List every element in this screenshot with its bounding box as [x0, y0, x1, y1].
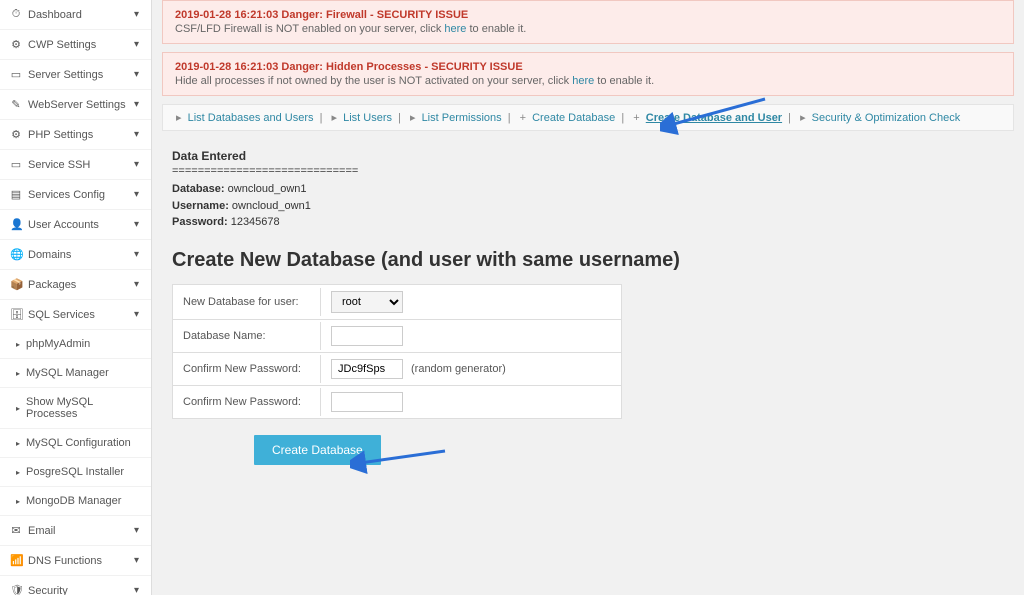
label-password1: Confirm New Password:	[173, 355, 321, 383]
sidebar-item-user-accounts[interactable]: 👤 User Accounts ▾	[0, 210, 151, 240]
sidebar-item-services-config[interactable]: ▤ Services Config ▾	[0, 180, 151, 210]
sidebar-item-label: Domains	[28, 249, 71, 261]
section-title: Data Entered	[172, 149, 1004, 163]
info-database: Database: owncloud_own1	[172, 181, 1004, 198]
sidebar-item-label: User Accounts	[28, 219, 99, 231]
breadcrumb-list-users[interactable]: List Users	[343, 112, 392, 124]
menu-icon: 📦	[10, 278, 22, 291]
menu-icon: ✎	[10, 98, 22, 111]
menu-icon: ▤	[10, 188, 22, 201]
input-password1[interactable]	[331, 359, 403, 379]
sidebar-item-domains[interactable]: 🌐 Domains ▾	[0, 240, 151, 270]
breadcrumb: ▸ List Databases and Users | ▸ List User…	[162, 104, 1014, 131]
submenu-item-phpmyadmin[interactable]: phpMyAdmin	[0, 330, 151, 359]
submenu-item-mongodb-manager[interactable]: MongoDB Manager	[0, 487, 151, 516]
sidebar-item-label: Packages	[28, 279, 76, 291]
chevron-down-icon: ▾	[134, 585, 139, 595]
sidebar-item-security[interactable]: 🛡 Security ▾	[0, 576, 151, 595]
info-password: Password: 12345678	[172, 214, 1004, 231]
sidebar-item-label: DNS Functions	[28, 555, 102, 567]
chevron-down-icon: ▾	[134, 69, 139, 80]
menu-icon: ⚙	[10, 38, 22, 51]
sidebar-item-server-settings[interactable]: ▭ Server Settings ▾	[0, 60, 151, 90]
chevron-down-icon: ▾	[134, 129, 139, 140]
breadcrumb-list-permissions[interactable]: List Permissions	[422, 112, 502, 124]
sidebar-item-php-settings[interactable]: ⚙ PHP Settings ▾	[0, 120, 151, 150]
chevron-down-icon: ▾	[134, 189, 139, 200]
chevron-down-icon: ▾	[134, 9, 139, 20]
chevron-down-icon: ▾	[134, 39, 139, 50]
sidebar-item-cwp-settings[interactable]: ⚙ CWP Settings ▾	[0, 30, 151, 60]
menu-icon: ⏱	[10, 8, 22, 21]
page-heading: Create New Database (and user with same …	[172, 249, 1004, 272]
sidebar-item-dns-functions[interactable]: 📶 DNS Functions ▾	[0, 546, 151, 576]
sidebar-item-dashboard[interactable]: ⏱ Dashboard ▾	[0, 0, 151, 30]
sidebar-item-webserver-settings[interactable]: ✎ WebServer Settings ▾	[0, 90, 151, 120]
chevron-down-icon: ▾	[134, 159, 139, 170]
breadcrumb-list-databases-and-users[interactable]: List Databases and Users	[188, 112, 314, 124]
sidebar-item-label: SQL Services	[28, 309, 95, 321]
chevron-down-icon: ▾	[134, 279, 139, 290]
alert-hidden-processes: 2019-01-28 16:21:03 Danger: Hidden Proce…	[162, 52, 1014, 96]
alert-firewall: 2019-01-28 16:21:03 Danger: Firewall - S…	[162, 0, 1014, 44]
alert-text: CSF/LFD Firewall is NOT enabled on your …	[175, 23, 1001, 35]
menu-icon: ▭	[10, 158, 22, 171]
alert-title: 2019-01-28 16:21:03 Danger: Firewall - S…	[175, 9, 1001, 21]
breadcrumb-create-database-and-user[interactable]: Create Database and User	[646, 112, 782, 124]
sidebar-item-label: Server Settings	[28, 69, 103, 81]
label-password2: Confirm New Password:	[173, 388, 321, 416]
submenu-item-mysql-configuration[interactable]: MySQL Configuration	[0, 429, 151, 458]
sidebar-item-label: CWP Settings	[28, 39, 96, 51]
alert-link[interactable]: here	[444, 23, 466, 35]
submenu-item-mysql-manager[interactable]: MySQL Manager	[0, 359, 151, 388]
create-db-form: New Database for user: root Database Nam…	[172, 284, 622, 419]
alert-title: 2019-01-28 16:21:03 Danger: Hidden Proce…	[175, 61, 1001, 73]
label-dbname: Database Name:	[173, 322, 321, 350]
sidebar-item-label: PHP Settings	[28, 129, 93, 141]
sidebar-item-service-ssh[interactable]: ▭ Service SSH ▾	[0, 150, 151, 180]
sidebar-item-label: WebServer Settings	[28, 99, 126, 111]
sidebar-item-packages[interactable]: 📦 Packages ▾	[0, 270, 151, 300]
select-user[interactable]: root	[331, 291, 403, 313]
menu-icon: 🌐	[10, 248, 22, 261]
input-password2[interactable]	[331, 392, 403, 412]
sidebar-item-label: Dashboard	[28, 9, 82, 21]
input-dbname[interactable]	[331, 326, 403, 346]
sidebar-item-label: Service SSH	[28, 159, 90, 171]
label-user: New Database for user:	[173, 288, 321, 316]
menu-icon: ▭	[10, 68, 22, 81]
sidebar: ⏱ Dashboard ▾ ⚙ CWP Settings ▾ ▭ Server Setting…	[0, 0, 152, 595]
create-database-button[interactable]: Create Database	[254, 435, 381, 465]
submenu-item-posgresql-installer[interactable]: PosgreSQL Installer	[0, 458, 151, 487]
chevron-down-icon: ▾	[134, 525, 139, 536]
sidebar-item-sql-services[interactable]: 🗄 SQL Services ▾	[0, 300, 151, 330]
submenu-item-show-mysql-processes[interactable]: Show MySQL Processes	[0, 388, 151, 429]
chevron-down-icon: ▾	[134, 555, 139, 566]
chevron-down-icon: ▾	[134, 219, 139, 230]
hint-random: (random generator)	[411, 363, 506, 375]
chevron-down-icon: ▾	[134, 309, 139, 320]
menu-icon: 🛡	[10, 584, 22, 595]
breadcrumb-create-database[interactable]: Create Database	[532, 112, 615, 124]
info-username: Username: owncloud_own1	[172, 198, 1004, 215]
divider: =============================	[172, 165, 1004, 177]
menu-icon: ✉	[10, 524, 22, 537]
alert-text: Hide all processes if not owned by the u…	[175, 75, 1001, 87]
sidebar-item-label: Email	[28, 525, 56, 537]
alert-link[interactable]: here	[572, 75, 594, 87]
sidebar-item-label: Security	[28, 585, 68, 595]
menu-icon: 📶	[10, 554, 22, 567]
menu-icon: 🗄	[10, 308, 22, 321]
menu-icon: 👤	[10, 218, 22, 231]
sidebar-item-label: Services Config	[28, 189, 105, 201]
menu-icon: ⚙	[10, 128, 22, 141]
chevron-down-icon: ▾	[134, 99, 139, 110]
sidebar-item-email[interactable]: ✉ Email ▾	[0, 516, 151, 546]
breadcrumb-security-optimization-check[interactable]: Security & Optimization Check	[812, 112, 961, 124]
main-content: 2019-01-28 16:21:03 Danger: Firewall - S…	[152, 0, 1024, 595]
chevron-down-icon: ▾	[134, 249, 139, 260]
